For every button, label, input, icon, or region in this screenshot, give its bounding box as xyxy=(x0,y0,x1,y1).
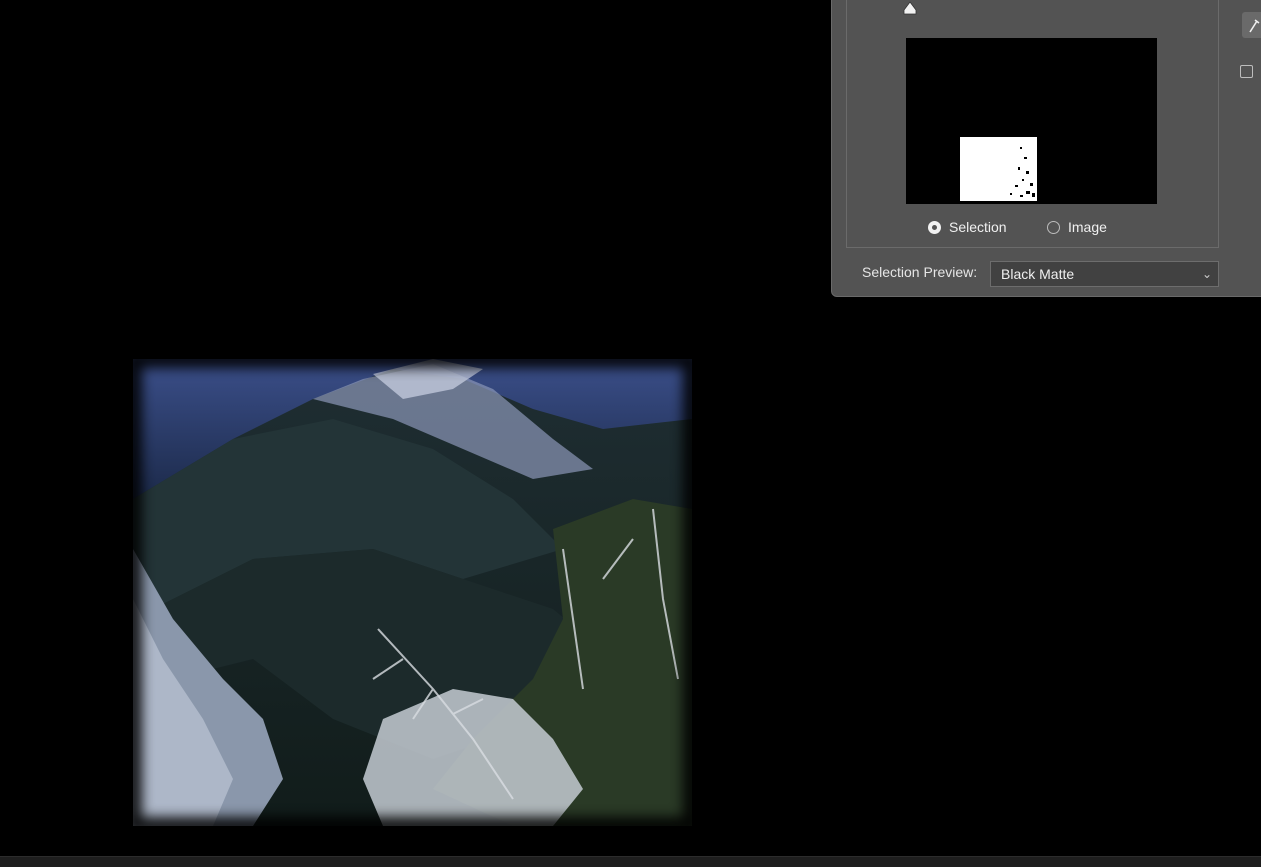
eyedropper-icon xyxy=(1249,19,1260,33)
radio-image-control[interactable] xyxy=(1047,220,1060,234)
radio-image[interactable]: Image xyxy=(1047,217,1107,237)
status-bar xyxy=(0,856,1261,867)
selection-preview-label: Selection Preview: xyxy=(862,264,978,280)
canvas-image[interactable] xyxy=(133,359,692,826)
radio-image-label: Image xyxy=(1068,219,1107,235)
radio-selection-label: Selection xyxy=(949,219,1007,235)
radio-selection[interactable]: Selection xyxy=(928,217,1007,237)
triangle-slider-icon[interactable] xyxy=(903,1,917,15)
chevron-down-icon: ⌄ xyxy=(1201,267,1212,281)
selection-preview-dropdown[interactable]: Black Matte ⌄ xyxy=(990,261,1219,287)
selection-mask-shape xyxy=(960,137,1037,201)
selection-preview-value: Black Matte xyxy=(1001,266,1075,282)
radio-selection-control[interactable] xyxy=(928,220,941,234)
option-checkbox[interactable] xyxy=(1240,65,1253,78)
selection-thumbnail xyxy=(906,38,1157,204)
eyedropper-button[interactable] xyxy=(1242,12,1261,38)
